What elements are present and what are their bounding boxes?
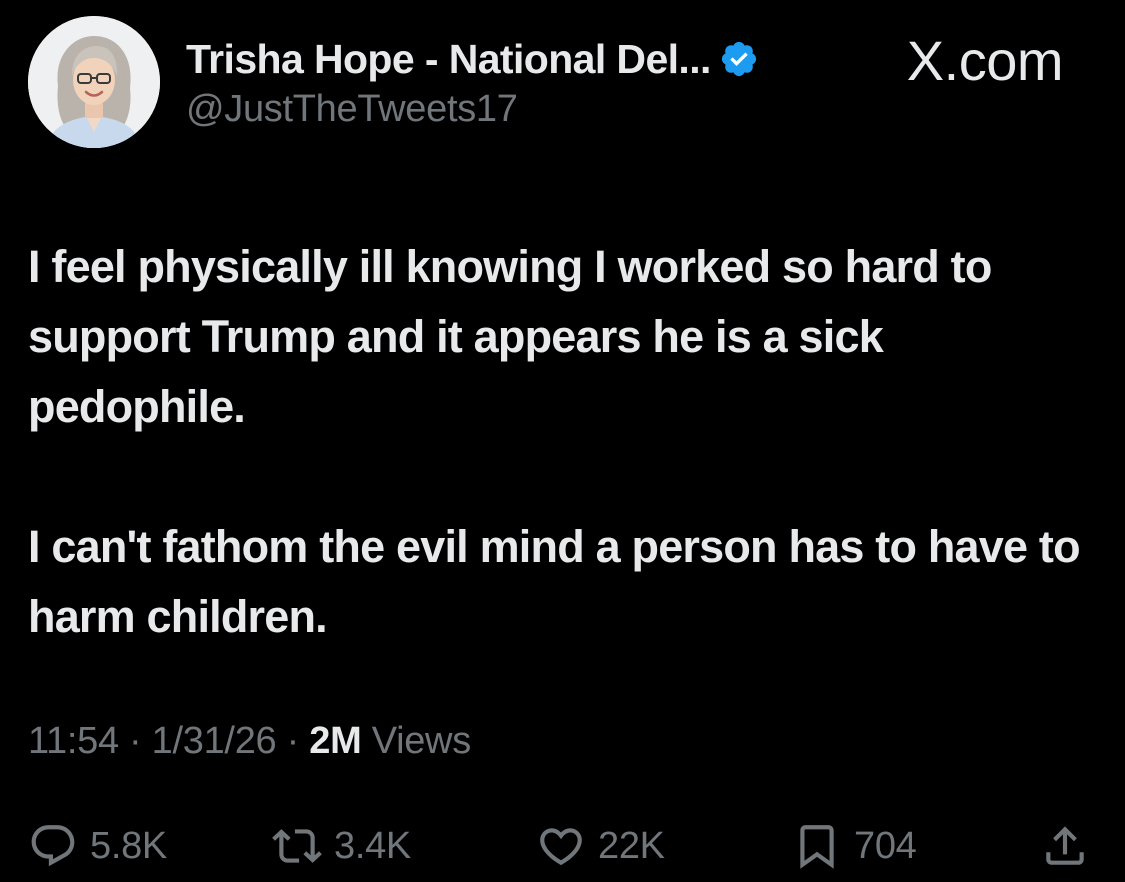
views-label: Views	[371, 720, 471, 762]
share-button[interactable]	[1040, 818, 1090, 874]
tweet-text: I feel physically ill knowing I worked s…	[28, 232, 1103, 652]
tweet-meta: 11:54 · 1/31/26 · 2M Views	[28, 720, 471, 763]
like-button[interactable]: 22K	[536, 818, 665, 874]
reply-count: 5.8K	[90, 824, 167, 867]
avatar[interactable]	[28, 16, 160, 148]
tweet-date[interactable]: 1/31/26	[152, 720, 277, 762]
site-label: X.com	[906, 29, 1064, 92]
bookmark-icon	[800, 825, 834, 869]
like-count: 22K	[598, 824, 665, 867]
share-icon	[1046, 826, 1084, 865]
author-handle[interactable]: @JustTheTweets17	[186, 88, 518, 131]
reply-button[interactable]: 5.8K	[28, 818, 167, 874]
repost-count: 3.4K	[334, 824, 411, 867]
views-count[interactable]: 2M	[309, 720, 362, 762]
tweet-time[interactable]: 11:54	[28, 720, 119, 762]
action-bar: 5.8K 3.4K 22K 704	[28, 818, 1098, 874]
repost-button[interactable]: 3.4K	[272, 818, 411, 874]
reply-icon	[31, 825, 75, 867]
repost-icon	[272, 829, 322, 863]
heart-icon	[540, 828, 582, 866]
tweet-paragraph: I can't fathom the evil mind a person ha…	[28, 521, 1081, 642]
verified-badge-icon	[719, 39, 759, 79]
author-name-row[interactable]: Trisha Hope - National Del...	[186, 34, 759, 84]
profile-photo	[28, 16, 160, 148]
bookmark-count: 704	[854, 824, 917, 867]
tweet-paragraph: I feel physically ill knowing I worked s…	[28, 241, 992, 432]
meta-separator: ·	[286, 720, 300, 762]
bookmark-button[interactable]: 704	[792, 818, 917, 874]
author-display-name[interactable]: Trisha Hope - National Del...	[186, 36, 711, 83]
meta-separator: ·	[129, 720, 142, 762]
